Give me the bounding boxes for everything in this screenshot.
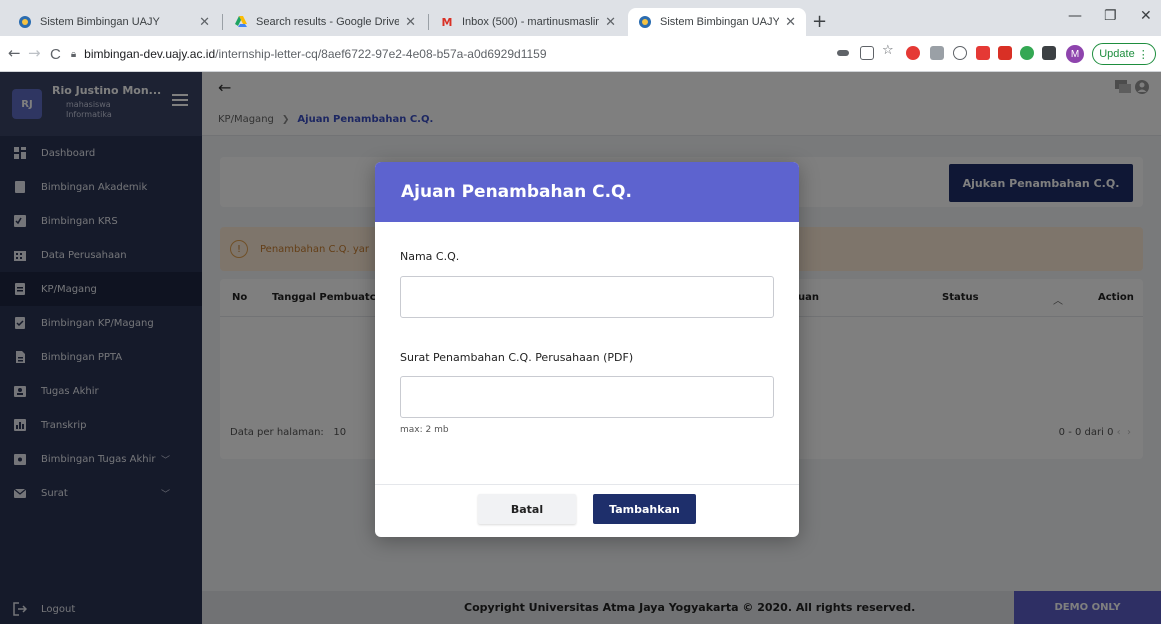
tab-sistem-bimbingan-active[interactable]: Sistem Bimbingan UAJY ✕ — [628, 8, 806, 36]
star-icon[interactable]: ☆ — [882, 43, 896, 58]
url-field[interactable]: C 🔒︎ bimbingan-dev.uajy.ac.id/internship… — [50, 43, 547, 65]
minimize-icon[interactable]: — — [1068, 8, 1082, 24]
install-icon[interactable] — [860, 46, 874, 60]
browser-address-bar: ← → ↻ C 🔒︎ bimbingan-dev.uajy.ac.id/inte… — [0, 36, 1161, 72]
profile-avatar[interactable]: M — [1066, 45, 1084, 63]
file-size-hint: max: 2 mb — [400, 425, 449, 435]
update-button[interactable]: Update ⋮ — [1092, 43, 1156, 65]
ajuan-modal: Ajuan Penambahan C.Q. Nama C.Q. Surat Pe… — [375, 162, 799, 537]
pdf-icon[interactable] — [998, 46, 1012, 60]
forward-icon: → — [28, 44, 41, 62]
browser-tab-bar: Sistem Bimbingan UAJY ✕ Search results -… — [0, 0, 1161, 36]
app: RJ Rio Justino Mon... mahasiswa Informat… — [0, 72, 1161, 624]
close-tab-icon[interactable]: ✕ — [785, 15, 796, 30]
new-tab-icon[interactable]: + — [812, 11, 827, 32]
lock-icon: 🔒︎ — [70, 48, 77, 60]
tab-sistem-bimbingan-1[interactable]: Sistem Bimbingan UAJY ✕ — [8, 8, 220, 36]
gmail-icon: M — [441, 15, 453, 29]
surat-file-input[interactable] — [400, 376, 774, 418]
tab-google-drive[interactable]: Search results - Google Drive ✕ — [224, 8, 426, 36]
close-tab-icon[interactable]: ✕ — [199, 15, 210, 30]
surat-label: Surat Penambahan C.Q. Perusahaan (PDF) — [400, 351, 634, 364]
modal-title: Ajuan Penambahan C.Q. — [375, 162, 799, 222]
back-icon[interactable]: ← — [8, 44, 21, 62]
camera-icon[interactable] — [930, 46, 944, 60]
google-drive-icon — [234, 15, 248, 29]
cast-icon[interactable] — [976, 46, 990, 60]
nama-cq-input[interactable] — [400, 276, 774, 318]
reload-icon[interactable]: C — [50, 46, 61, 63]
uajy-favicon-icon — [18, 15, 32, 29]
adblock-icon[interactable] — [906, 46, 920, 60]
nama-cq-label: Nama C.Q. — [400, 250, 460, 263]
close-tab-icon[interactable]: ✕ — [405, 15, 416, 30]
extension-globe-icon[interactable] — [1020, 46, 1034, 60]
restore-icon[interactable]: ❐ — [1104, 8, 1117, 24]
submit-button[interactable]: Tambahkan — [593, 494, 696, 524]
key-icon[interactable] — [837, 50, 849, 56]
tab-gmail-inbox[interactable]: M Inbox (500) - martinusmaslim122 ✕ — [430, 8, 626, 36]
modal-footer: Batal Tambahkan — [375, 485, 799, 537]
modal-body: Nama C.Q. Surat Penambahan C.Q. Perusaha… — [375, 222, 799, 485]
puzzle-icon[interactable] — [1042, 46, 1056, 60]
close-tab-icon[interactable]: ✕ — [605, 15, 616, 30]
cancel-button[interactable]: Batal — [478, 494, 576, 524]
uajy-favicon-icon — [638, 15, 652, 29]
block-icon[interactable] — [953, 46, 967, 60]
close-window-icon[interactable]: ✕ — [1140, 8, 1152, 24]
